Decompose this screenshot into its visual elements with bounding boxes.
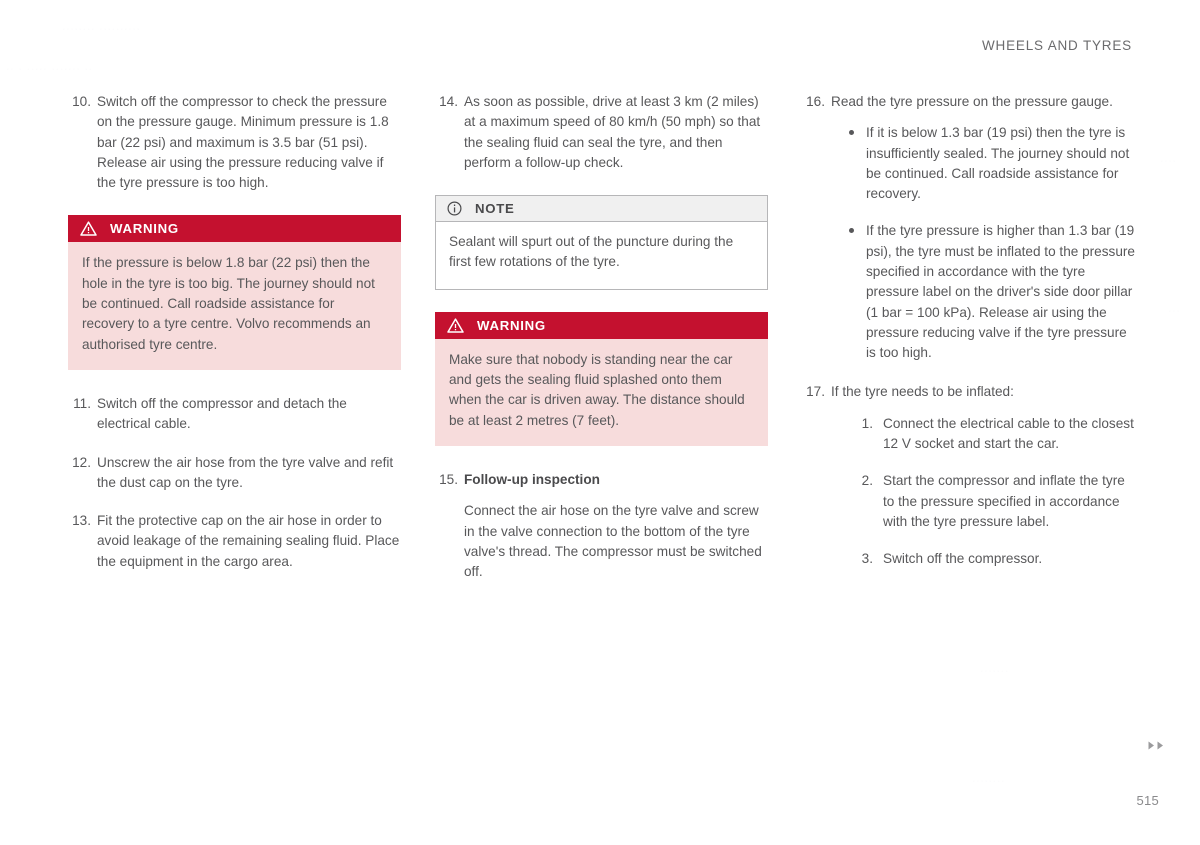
page-body-columns: 10. Switch off the compressor to check t… (68, 92, 1135, 582)
warning-callout: WARNING If the pressure is below 1.8 bar… (68, 215, 401, 370)
info-circle-icon (447, 201, 462, 216)
note-callout-label: NOTE (475, 201, 515, 217)
bullet-text: If the tyre pressure is higher than 1.3 … (866, 223, 1135, 361)
page-running-header: WHEELS AND TYRES (982, 38, 1132, 53)
step-bullet-list: If it is below 1.3 bar (19 psi) then the… (831, 123, 1135, 363)
bleedthrough-ghost-text: ....... (980, 660, 1009, 675)
step-number: 16. (806, 94, 825, 109)
step-text: If the tyre needs to be inflated: (831, 383, 1014, 399)
step-title: Follow-up inspection (464, 471, 600, 487)
step-text: Switch off the compressor and detach the… (97, 395, 347, 432)
warning-callout-label: WARNING (110, 221, 179, 237)
warning-callout-text: If the pressure is below 1.8 bar (22 psi… (68, 242, 401, 370)
warning-triangle-icon (80, 221, 97, 237)
note-callout-header: NOTE (436, 196, 767, 223)
substep-text: Connect the electrical cable to the clos… (883, 415, 1134, 452)
bleedthrough-ghost-text: .. . ..... ....... .. (6, 58, 93, 73)
note-callout-text: Sealant will spurt out of the puncture d… (436, 222, 767, 289)
step-number: 11. (73, 395, 91, 411)
note-callout: NOTE Sealant will spurt out of the punct… (435, 195, 768, 290)
procedure-step: 12. Unscrew the air hose from the tyre v… (68, 453, 401, 494)
step-number: 15. (439, 471, 458, 487)
warning-triangle-icon (447, 318, 464, 333)
procedure-step: 11. Switch off the compressor and detach… (68, 394, 401, 435)
procedure-step: 14. As soon as possible, drive at least … (435, 92, 768, 173)
procedure-substep: 1. Connect the electrical cable to the c… (831, 414, 1135, 455)
step-text: Connect the air hose on the tyre valve a… (464, 503, 762, 580)
substep-number: 2. (861, 473, 873, 489)
warning-callout-header: WARNING (435, 311, 768, 339)
warning-callout-header: WARNING (68, 215, 401, 243)
warning-callout-text: Make sure that nobody is standing near t… (435, 338, 768, 446)
procedure-step-list: 10. Switch off the compressor to check t… (68, 92, 401, 193)
procedure-substep: 3. Switch off the compressor. (831, 549, 1135, 569)
procedure-step: 16. Read the tyre pressure on the pressu… (802, 92, 1135, 364)
procedure-step-list: 14. As soon as possible, drive at least … (435, 92, 768, 173)
double-chevron-right-icon (1148, 741, 1164, 750)
text-column-3: 16. Read the tyre pressure on the pressu… (802, 92, 1135, 582)
bleedthrough-ghost-text: .... (1160, 150, 1177, 165)
step-text: Fit the protective cap on the air hose i… (97, 513, 400, 569)
warning-callout-label: WARNING (477, 317, 546, 333)
substep-text: Start the compressor and inflate the tyr… (883, 473, 1125, 530)
step-text: Read the tyre pressure on the pressure g… (831, 94, 1113, 109)
bleedthrough-ghost-text: ........ .......... (62, 18, 141, 33)
substep-number: 1. (861, 415, 873, 431)
bleedthrough-ghost-text: ........ (972, 770, 1006, 785)
procedure-step: 10. Switch off the compressor to check t… (68, 92, 401, 193)
procedure-substep: 2. Start the compressor and inflate the … (831, 471, 1135, 532)
procedure-step-list: 16. Read the tyre pressure on the pressu… (802, 92, 1135, 570)
bullet-item: If the tyre pressure is higher than 1.3 … (831, 221, 1135, 363)
step-number: 14. (439, 94, 458, 109)
bullet-dot-icon (849, 228, 854, 234)
page-number: 515 (1136, 793, 1159, 808)
step-number: 12. (72, 454, 91, 470)
step-text: Switch off the compressor to check the p… (97, 94, 389, 191)
procedure-step-list: 15. Follow-up inspection Connect the air… (435, 470, 768, 582)
step-text: Unscrew the air hose from the tyre valve… (97, 454, 394, 490)
step-text: As soon as possible, drive at least 3 km… (464, 94, 761, 170)
procedure-substep-list: 1. Connect the electrical cable to the c… (831, 414, 1135, 570)
procedure-step-list: 11. Switch off the compressor and detach… (68, 394, 401, 572)
bleedthrough-ghost-text: ... (1168, 300, 1181, 315)
warning-callout: WARNING Make sure that nobody is standin… (435, 311, 768, 446)
text-column-1: 10. Switch off the compressor to check t… (68, 92, 401, 582)
step-number: 13. (72, 513, 91, 529)
step-number: 17. (806, 383, 825, 399)
bullet-item: If it is below 1.3 bar (19 psi) then the… (831, 123, 1135, 204)
substep-number: 3. (861, 551, 873, 567)
text-column-2: 14. As soon as possible, drive at least … (435, 92, 768, 582)
procedure-step: 13. Fit the protective cap on the air ho… (68, 511, 401, 572)
bullet-dot-icon (849, 130, 854, 136)
step-number: 10. (72, 94, 91, 109)
substep-text: Switch off the compressor. (883, 551, 1043, 567)
procedure-step: 15. Follow-up inspection Connect the air… (435, 470, 768, 582)
procedure-step: 17. If the tyre needs to be inflated: 1.… (802, 382, 1135, 570)
bullet-text: If it is below 1.3 bar (19 psi) then the… (866, 125, 1130, 202)
